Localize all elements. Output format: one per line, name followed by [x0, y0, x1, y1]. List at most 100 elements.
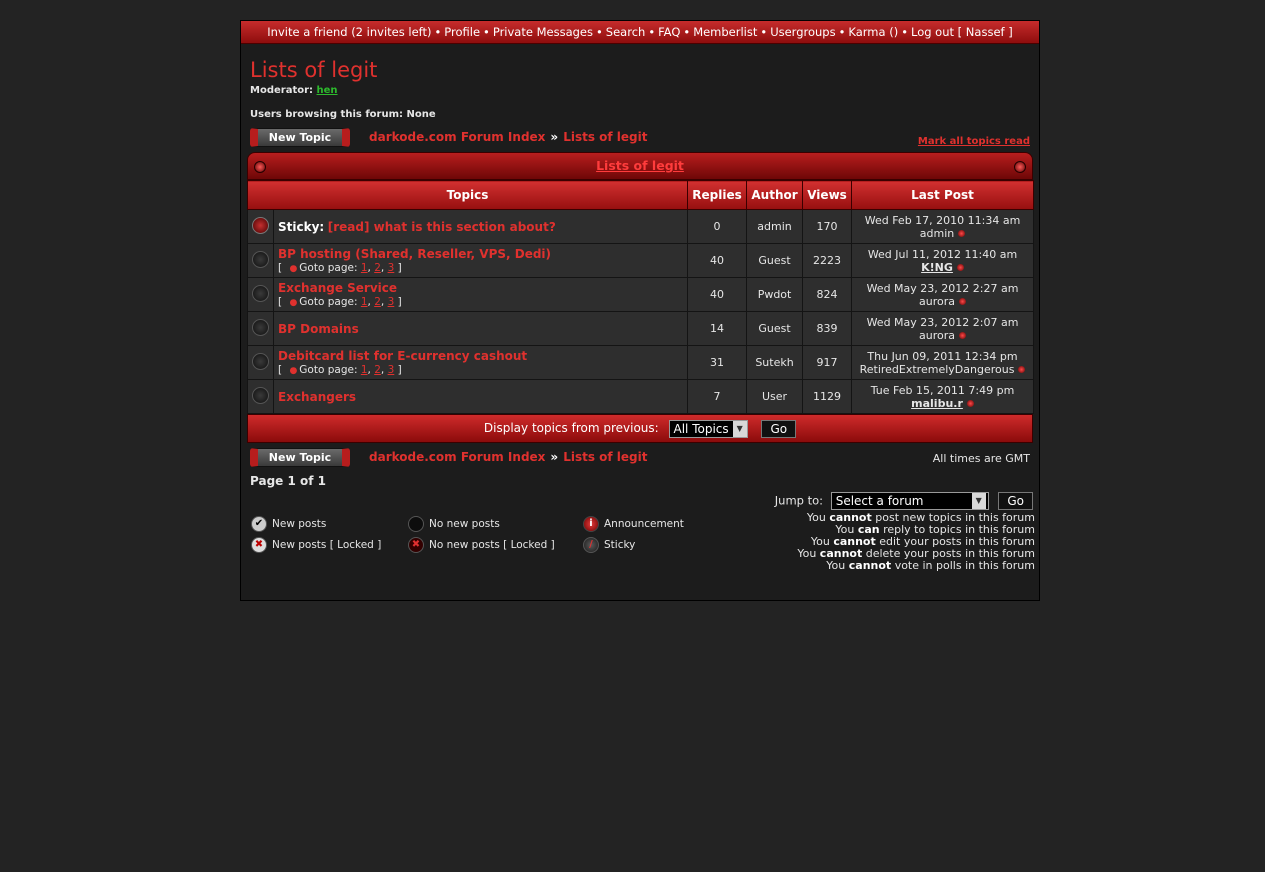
page-link[interactable]: 3: [388, 364, 395, 376]
view-latest-post-icon[interactable]: [956, 264, 964, 271]
last-post-date: Wed Jul 11, 2012 11:40 am: [867, 247, 1018, 261]
page-title: Lists of legit: [250, 58, 378, 82]
goto-pages: [ ● Goto page: 1, 2, 3 ]: [278, 296, 402, 308]
legend-label: New posts: [272, 518, 327, 530]
breadcrumb-current[interactable]: Lists of legit: [563, 450, 647, 464]
topic-period-value: All Topics: [673, 421, 729, 436]
nav-logout[interactable]: Log out [ Nassef ]: [911, 25, 1013, 39]
page-link[interactable]: 3: [388, 296, 395, 308]
author-cell: admin: [746, 209, 804, 244]
table-header-row: Topics Replies Author Views Last Post: [246, 180, 1035, 210]
legend-label: Sticky: [604, 539, 636, 551]
nav-faq[interactable]: FAQ: [658, 25, 680, 39]
page-link[interactable]: 1: [361, 262, 368, 274]
author-cell: Pwdot: [746, 277, 804, 312]
table-caption[interactable]: Lists of legit: [596, 158, 684, 173]
author-cell: User: [746, 379, 804, 414]
legend-new-posts: ✔ New posts: [251, 516, 326, 532]
view-latest-post-icon[interactable]: [1018, 366, 1026, 373]
views-cell: 1129: [802, 379, 853, 414]
legend-new-posts-locked: ✖ New posts [ Locked ]: [251, 537, 381, 553]
top-navbar: Invite a friend (2 invites left) • Profile…: [241, 21, 1039, 44]
page-link[interactable]: 1: [361, 296, 368, 308]
topic-title-link[interactable]: BP Domains: [278, 322, 359, 336]
jump-forum-select[interactable]: Select a forum ▼: [830, 492, 989, 510]
topic-cell: BP hosting (Shared, Reseller, VPS, Dedi)…: [272, 243, 689, 278]
caption-dot-icon: [1014, 161, 1026, 173]
last-post-date: Tue Feb 15, 2011 7:49 pm: [870, 383, 1015, 397]
nav-invite[interactable]: Invite a friend (2 invites left): [267, 25, 431, 39]
page-link[interactable]: 3: [388, 262, 395, 274]
caption-dot-icon: [254, 161, 266, 173]
nav-private-messages[interactable]: Private Messages: [493, 25, 593, 39]
page-link[interactable]: 2: [374, 364, 381, 376]
topic-status-cell: [247, 311, 274, 346]
view-latest-post-icon[interactable]: [958, 230, 966, 237]
nav-profile[interactable]: Profile: [444, 25, 480, 39]
no-new-posts-icon: [408, 516, 424, 532]
moderator-link[interactable]: hen: [317, 85, 338, 96]
legend-label: New posts [ Locked ]: [272, 539, 382, 551]
header-author: Author: [746, 180, 804, 210]
topic-status-cell: [247, 345, 274, 380]
last-post-user: RetiredExtremelyDangerous: [859, 362, 1015, 376]
topic-title-link[interactable]: BP hosting (Shared, Reseller, VPS, Dedi): [278, 247, 551, 261]
nav-usergroups[interactable]: Usergroups: [770, 25, 835, 39]
permissions-list: You cannot post new topics in this forum…: [797, 512, 1035, 572]
last-post-user[interactable]: K!NG: [921, 261, 953, 274]
folder-icon: [252, 318, 269, 336]
announcement-icon: i: [583, 516, 599, 532]
topic-title-link[interactable]: [read] what is this section about?: [328, 220, 556, 234]
table-row: Debitcard list for E-currency cashout[ ●…: [247, 345, 1035, 380]
last-post-cell: Wed May 23, 2012 2:27 am aurora: [851, 277, 1035, 312]
breadcrumb-separator: »: [550, 130, 559, 144]
topic-cell: BP Domains: [272, 311, 689, 346]
topic-status-cell: [247, 379, 274, 414]
filter-label: Display topics from previous:: [483, 421, 659, 435]
nav-separator: •: [760, 25, 768, 39]
views-cell: 2223: [802, 243, 853, 278]
replies-cell: 31: [687, 345, 748, 380]
view-latest-post-icon[interactable]: [959, 332, 967, 339]
nav-memberlist[interactable]: Memberlist: [693, 25, 757, 39]
topic-title-link[interactable]: Exchange Service: [278, 281, 397, 295]
no-new-posts-locked-icon: ✖: [408, 537, 424, 553]
nav-separator: •: [901, 25, 908, 39]
perm-post: vote in polls in this forum: [894, 559, 1035, 572]
forum-container: Invite a friend (2 invites left) • Profile…: [240, 20, 1040, 601]
dropdown-arrow-icon: ▼: [971, 493, 986, 509]
browsing-users: Users browsing this forum: None: [250, 109, 436, 120]
last-post-cell: Wed Feb 17, 2010 11:34 am admin: [851, 209, 1035, 244]
view-latest-post-icon[interactable]: [959, 298, 967, 305]
table-caption-bar: Lists of legit: [247, 152, 1033, 180]
page-link[interactable]: 1: [361, 364, 368, 376]
table-row: Exchangers 7 User 1129 Tue Feb 15, 2011 7:49…: [247, 379, 1035, 414]
last-post-cell: Tue Feb 15, 2011 7:49 pm malibu.r: [851, 379, 1035, 414]
moderator-label: Moderator:: [250, 85, 314, 96]
breadcrumb-index[interactable]: darkode.com Forum Index: [369, 130, 545, 144]
filter-go-button[interactable]: Go: [761, 419, 797, 438]
topic-title-link[interactable]: Exchangers: [278, 390, 356, 404]
table-row: BP Domains 14 Guest 839 Wed May 23, 2012 2:0…: [247, 311, 1035, 346]
legend-announcement: i Announcement: [583, 516, 684, 532]
jump-forum-value: Select a forum: [835, 494, 924, 508]
page-link[interactable]: 2: [374, 262, 381, 274]
breadcrumb-index[interactable]: darkode.com Forum Index: [369, 450, 545, 464]
topic-period-select[interactable]: All Topics ▼: [668, 419, 748, 438]
last-post-user[interactable]: malibu.r: [911, 397, 963, 410]
jump-label: Jump to:: [774, 493, 824, 508]
new-topic-button-bottom[interactable]: New Topic: [250, 448, 350, 467]
folder-icon: [252, 284, 269, 302]
new-topic-button-top[interactable]: New Topic: [250, 128, 350, 147]
author-cell: Guest: [746, 311, 804, 346]
nav-karma[interactable]: Karma (): [848, 25, 898, 39]
nav-separator: •: [838, 25, 846, 39]
mark-all-read-link[interactable]: Mark all topics read: [918, 136, 1030, 147]
jump-go-button[interactable]: Go: [998, 492, 1033, 510]
view-latest-post-icon[interactable]: [966, 400, 974, 407]
breadcrumb-current[interactable]: Lists of legit: [563, 130, 647, 144]
page-link[interactable]: 2: [374, 296, 381, 308]
nav-search[interactable]: Search: [606, 25, 646, 39]
last-post-date: Wed May 23, 2012 2:27 am: [866, 281, 1019, 295]
topic-title-link[interactable]: Debitcard list for E-currency cashout: [278, 349, 527, 363]
